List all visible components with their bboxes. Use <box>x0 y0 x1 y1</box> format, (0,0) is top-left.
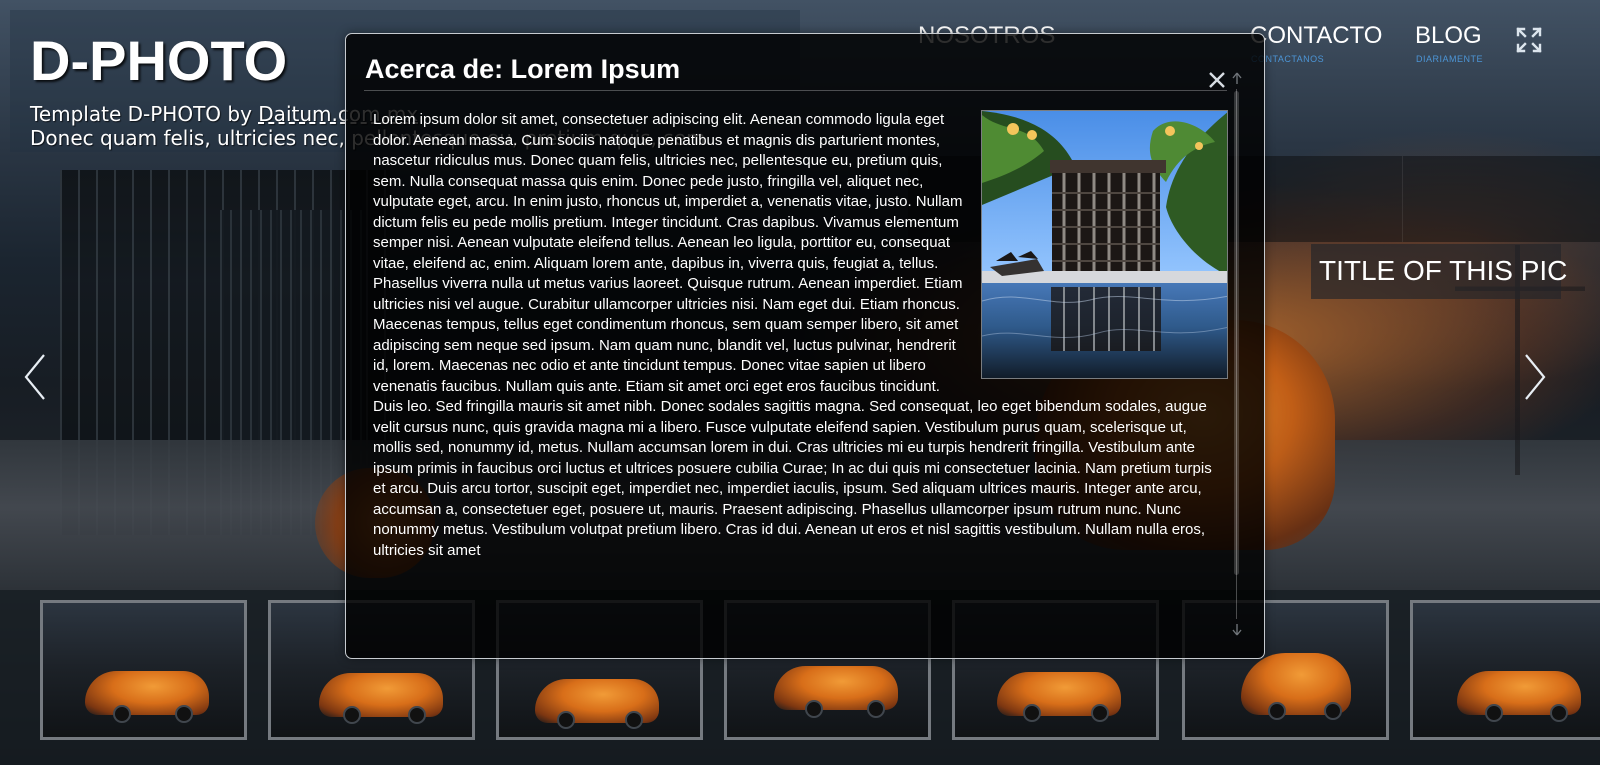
thumbnail-wheel <box>1268 702 1286 720</box>
thumbnail-wheel <box>408 706 426 724</box>
close-button[interactable] <box>1205 68 1229 92</box>
site-title: D-PHOTO <box>30 29 288 92</box>
thumbnail-7[interactable] <box>1410 600 1600 740</box>
chevron-right-icon <box>1525 354 1546 400</box>
nav-item-sub-label: DIARIAMENTE <box>1416 54 1484 64</box>
thumbnail-wheel <box>867 700 885 718</box>
close-icon <box>1209 72 1225 88</box>
pool-pavilion-photo <box>982 111 1227 378</box>
photo-title-box: TITLE OF THIS PIC <box>1311 244 1567 299</box>
modal-scrollbar[interactable] <box>1229 70 1245 638</box>
photo-slideshow-page: D-PHOTO Template D-PHOTO by Daitum.com.m… <box>0 0 1600 765</box>
modal-content: Lorem ipsum dolor sit amet, consectetuer… <box>373 110 1228 640</box>
scrollbar-thumb[interactable] <box>1234 91 1239 575</box>
nav-item-label: BLOG <box>1415 22 1482 49</box>
thumbnail-wheel <box>1091 704 1109 722</box>
arrow-up-icon[interactable] <box>1229 70 1245 86</box>
thumbnail-wheel <box>557 711 575 729</box>
nav-item-label: CONTACTO <box>1250 22 1383 49</box>
thumbnail-wheel <box>343 706 361 724</box>
thumbnail-wheel <box>113 705 131 723</box>
tagline-prefix: Template D-PHOTO by <box>30 102 259 126</box>
photo-title: TITLE OF THIS PIC <box>1319 255 1568 286</box>
thumbnail-wheel <box>805 700 823 718</box>
thumbnail-1[interactable] <box>40 600 247 740</box>
thumbnail-wheel <box>625 711 643 729</box>
thumbnail-wheel <box>1023 704 1041 722</box>
next-slide-button[interactable] <box>1518 350 1552 404</box>
previous-slide-button[interactable] <box>20 350 54 404</box>
thumbnail-wheel <box>1324 702 1342 720</box>
modal-title-divider <box>364 90 1227 91</box>
article-image <box>981 110 1228 379</box>
thumbnail-wheel <box>1550 704 1568 722</box>
thumbnail-wheel <box>175 705 193 723</box>
modal-title: Acerca de: Lorem Ipsum <box>365 54 681 84</box>
chevron-left-icon <box>24 354 45 400</box>
about-modal: Acerca de: Lorem Ipsum Lorem ipsum dolor… <box>345 33 1265 659</box>
thumbnail-wheel <box>1485 704 1503 722</box>
navigation-divider <box>1402 156 1403 242</box>
fullscreen-icon[interactable] <box>1512 23 1546 57</box>
arrow-down-icon[interactable] <box>1229 622 1245 638</box>
